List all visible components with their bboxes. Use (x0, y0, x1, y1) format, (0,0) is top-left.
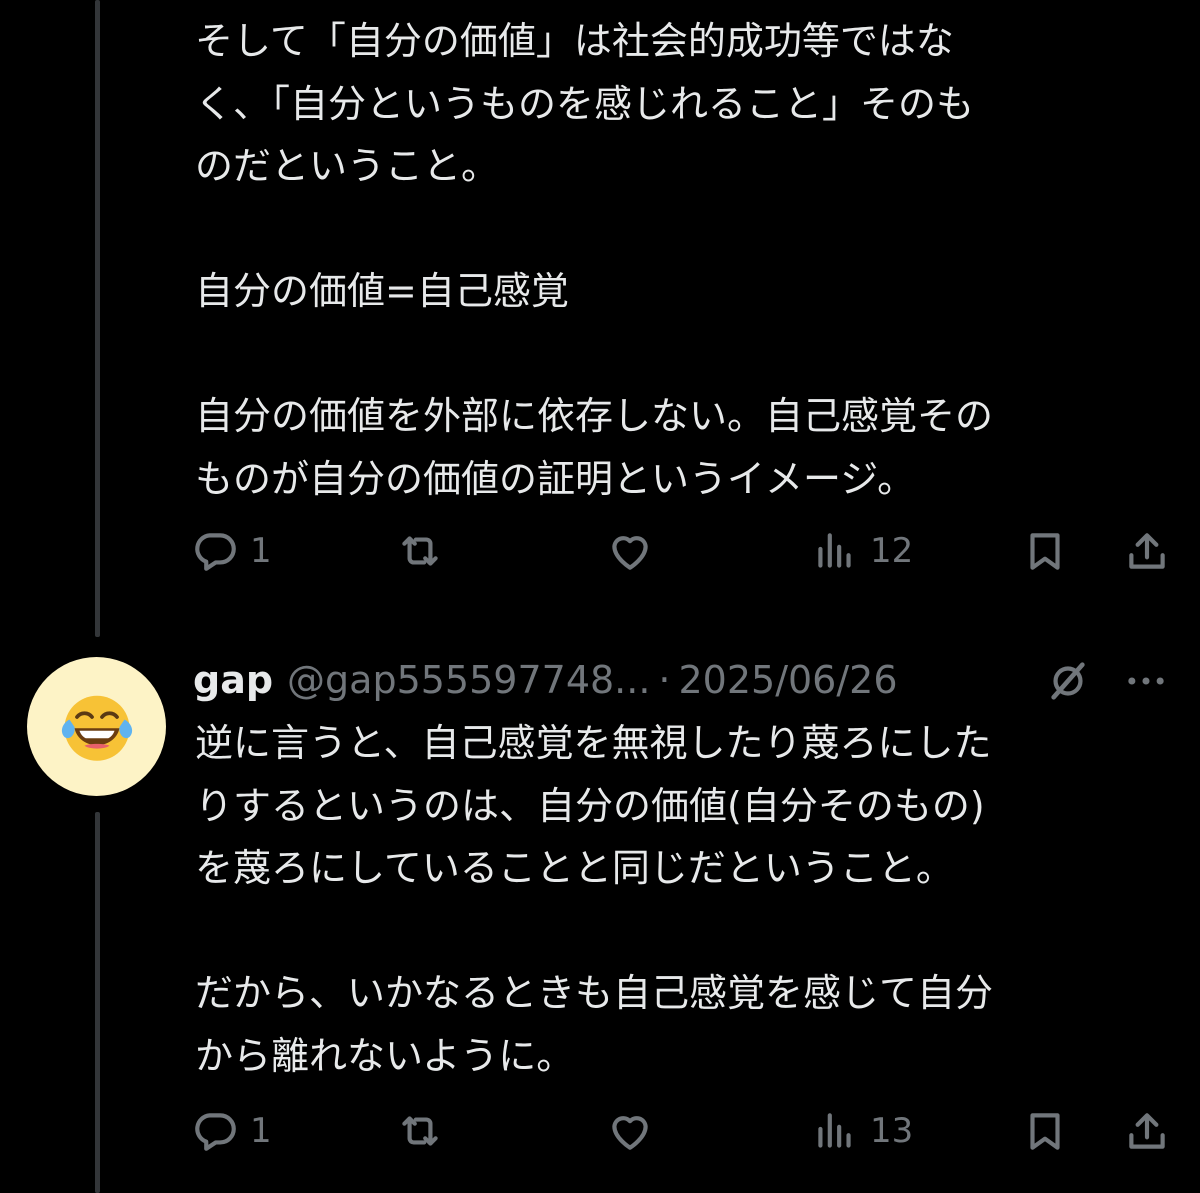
reply-count: 1 (250, 531, 272, 571)
repost-icon (402, 1116, 438, 1146)
thread-connector-line (95, 0, 100, 637)
share-button[interactable] (1122, 521, 1172, 581)
bookmark-button[interactable] (1020, 1101, 1070, 1161)
grok-button[interactable] (1045, 658, 1091, 704)
post-date[interactable]: 2025/06/26 (679, 658, 898, 702)
repost-icon (402, 536, 438, 566)
bookmark-button[interactable] (1020, 521, 1070, 581)
avatar[interactable] (27, 657, 166, 796)
reply-button[interactable]: 1 (190, 1101, 272, 1161)
post-header: gap @gap555597748... · 2025/06/26 (193, 650, 1183, 710)
view-count: 12 (870, 531, 914, 571)
view-count: 13 (870, 1111, 914, 1151)
repost-button[interactable] (395, 1101, 445, 1161)
heart-icon (612, 1116, 648, 1150)
post-text: そして「自分の価値」は社会的成功等ではな く、「自分というものを感じれること」そ… (195, 19, 994, 501)
grok-icon (1051, 662, 1085, 700)
author-display-name[interactable]: gap (193, 658, 273, 702)
header-separator: · (658, 658, 671, 702)
bookmark-icon (1030, 533, 1060, 570)
post-actions: 1 13 (190, 1101, 1180, 1161)
share-icon (1129, 1113, 1165, 1149)
more-dots-icon (1128, 677, 1164, 685)
views-button[interactable]: 12 (810, 521, 913, 581)
like-button[interactable] (605, 521, 655, 581)
reply-icon (195, 1113, 236, 1151)
repost-button[interactable] (395, 521, 445, 581)
like-button[interactable] (605, 1101, 655, 1161)
post-text: 逆に言うと、自己感覚を無視したり蔑ろにした りするというのは、自分の価値(自分そ… (195, 721, 994, 1078)
author-handle[interactable]: @gap555597748... (287, 658, 650, 702)
reply-icon (195, 533, 236, 571)
face-with-tears-of-joy-emoji-icon (61, 695, 132, 761)
reply-count: 1 (250, 1111, 272, 1151)
bookmark-icon (1030, 1113, 1060, 1150)
post-actions: 1 12 (190, 521, 1180, 581)
thread-connector-line (95, 812, 100, 1193)
views-bar-chart-icon (818, 1113, 851, 1148)
views-button[interactable]: 13 (810, 1101, 913, 1161)
views-bar-chart-icon (818, 533, 851, 568)
share-button[interactable] (1122, 1101, 1172, 1161)
reply-button[interactable]: 1 (190, 521, 272, 581)
more-options-button[interactable] (1123, 658, 1173, 704)
share-icon (1129, 533, 1165, 569)
heart-icon (612, 536, 648, 570)
